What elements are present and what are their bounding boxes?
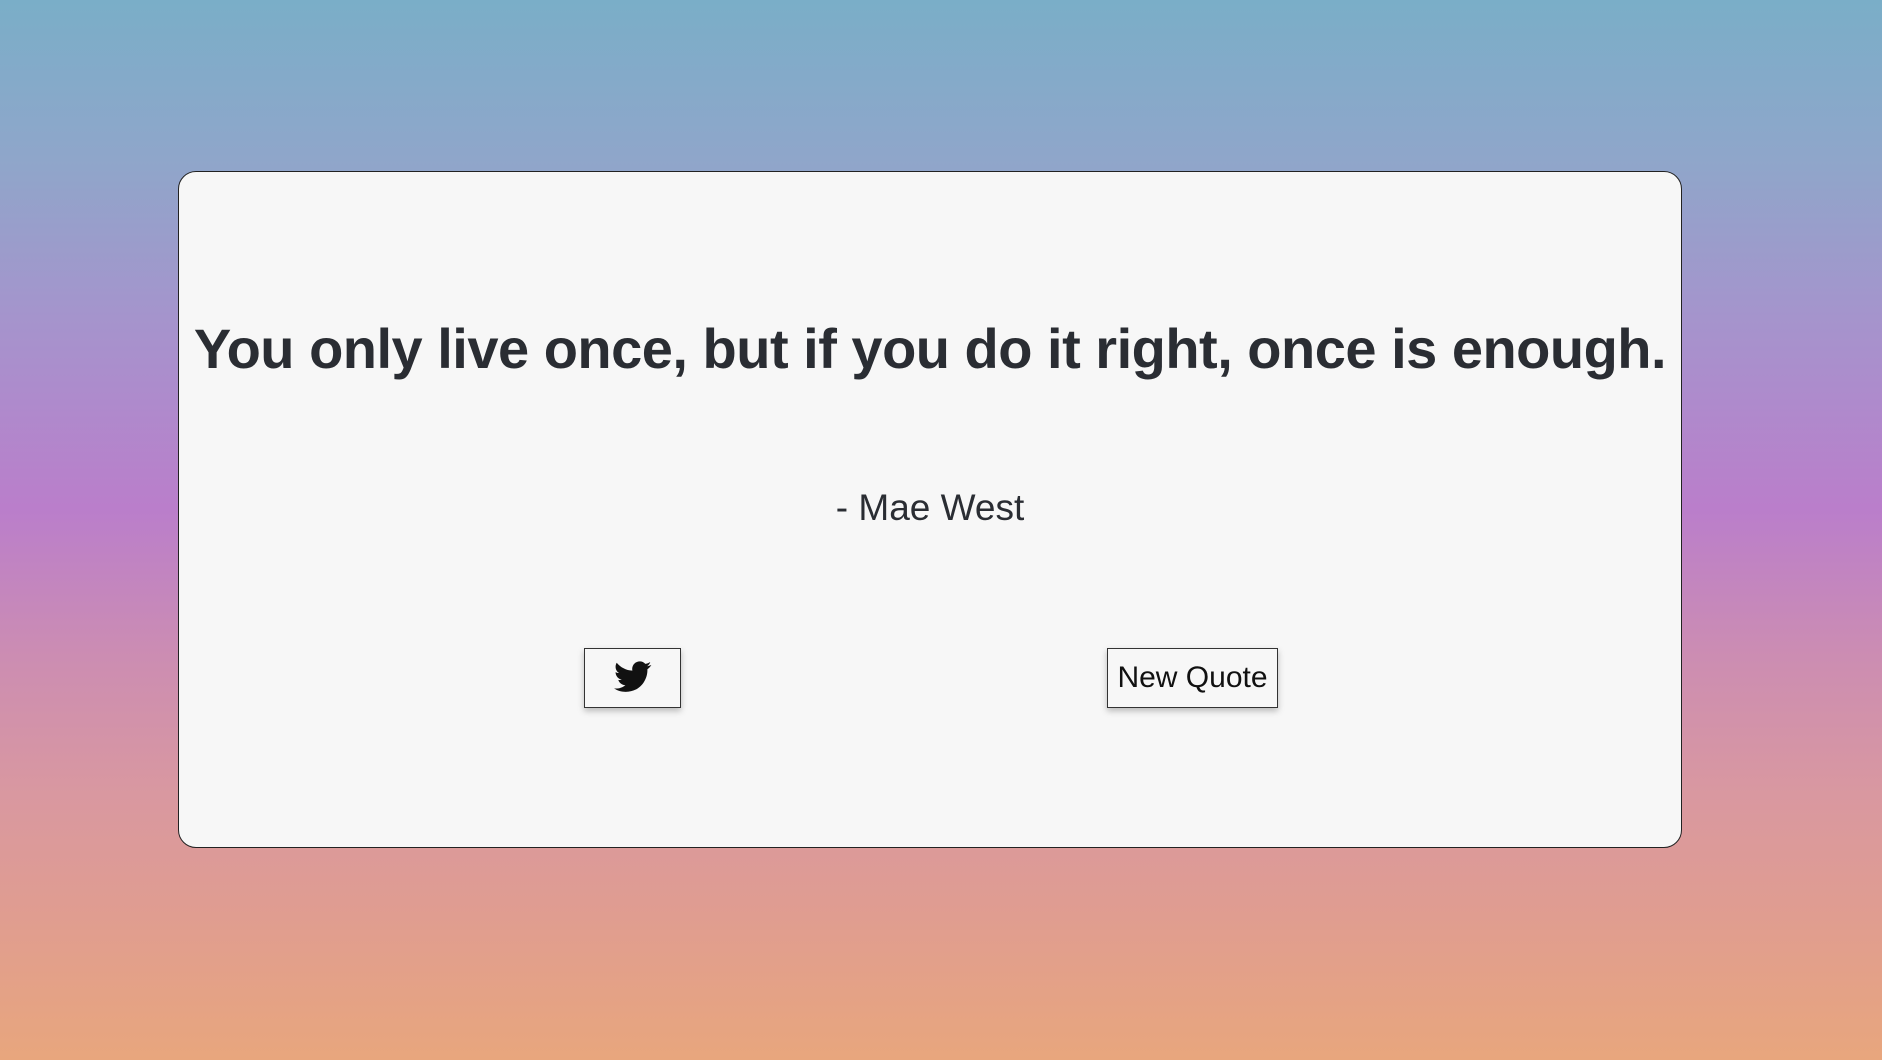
quote-author: - Mae West — [835, 487, 1025, 528]
tweet-button[interactable] — [584, 648, 681, 708]
new-quote-button[interactable]: New Quote — [1107, 648, 1278, 708]
quote-card: You only live once, but if you do it rig… — [178, 171, 1682, 848]
twitter-icon — [613, 660, 652, 696]
quote-text: You only live once, but if you do it rig… — [193, 317, 1667, 380]
